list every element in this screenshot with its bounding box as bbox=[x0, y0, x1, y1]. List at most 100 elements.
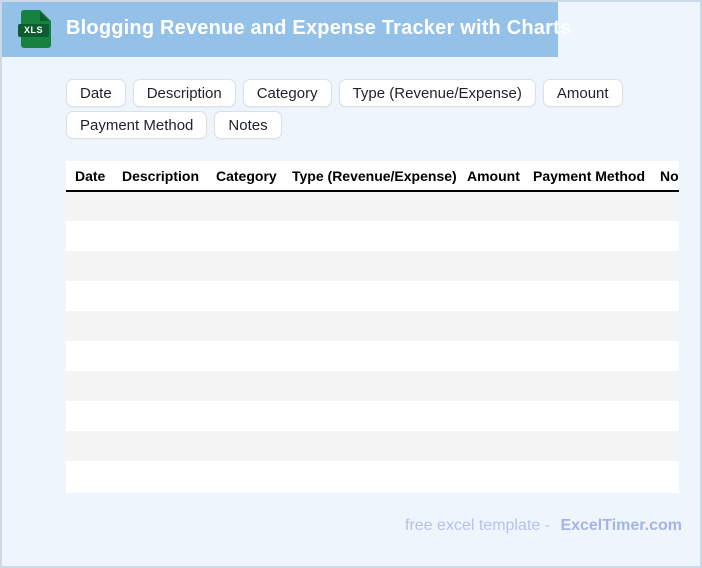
table-cell bbox=[283, 221, 458, 251]
table-cell bbox=[458, 191, 524, 221]
table-cell bbox=[651, 371, 679, 401]
table-cell bbox=[113, 401, 207, 431]
chip-category[interactable]: Category bbox=[242, 79, 332, 107]
table-row bbox=[66, 431, 679, 461]
table-cell bbox=[283, 281, 458, 311]
table-cell bbox=[524, 431, 651, 461]
field-chip-group: Date Description Category Type (Revenue/… bbox=[66, 79, 680, 139]
table-cell bbox=[458, 251, 524, 281]
table-cell bbox=[207, 221, 283, 251]
column-header-amount: Amount bbox=[458, 161, 524, 192]
table-row bbox=[66, 251, 679, 281]
column-header-category: Category bbox=[207, 161, 283, 192]
table-cell bbox=[66, 311, 113, 341]
table-cell bbox=[458, 281, 524, 311]
table-cell bbox=[207, 281, 283, 311]
table-cell bbox=[113, 221, 207, 251]
app-header: XLS Blogging Revenue and Expense Tracker… bbox=[0, 0, 571, 57]
xls-file-icon-label: XLS bbox=[18, 23, 49, 37]
table-cell bbox=[283, 461, 458, 491]
table-cell bbox=[524, 311, 651, 341]
table-body bbox=[66, 191, 679, 491]
table-row bbox=[66, 311, 679, 341]
chip-description[interactable]: Description bbox=[132, 79, 236, 107]
chip-date[interactable]: Date bbox=[66, 79, 126, 107]
table-row bbox=[66, 221, 679, 251]
xls-file-icon: XLS bbox=[18, 9, 51, 48]
table-cell bbox=[66, 431, 113, 461]
table-cell bbox=[66, 281, 113, 311]
table-cell bbox=[113, 371, 207, 401]
table-cell bbox=[458, 461, 524, 491]
footer-brand-link[interactable]: ExcelTimer.com bbox=[560, 517, 682, 534]
table-cell bbox=[66, 221, 113, 251]
page-title: Blogging Revenue and Expense Tracker wit… bbox=[66, 17, 572, 39]
table-row bbox=[66, 281, 679, 311]
column-header-payment-method: Payment Method bbox=[524, 161, 651, 192]
table-cell bbox=[458, 401, 524, 431]
table-cell bbox=[283, 191, 458, 221]
table-row bbox=[66, 461, 679, 491]
tracker-table: Date Description Category Type (Revenue/… bbox=[66, 161, 679, 491]
table-cell bbox=[207, 401, 283, 431]
table-cell bbox=[524, 401, 651, 431]
table-cell bbox=[651, 281, 679, 311]
table-row bbox=[66, 371, 679, 401]
table-cell bbox=[283, 311, 458, 341]
table-cell bbox=[651, 461, 679, 491]
table-cell bbox=[283, 401, 458, 431]
table-cell bbox=[651, 341, 679, 371]
tracker-table-panel: Date Description Category Type (Revenue/… bbox=[66, 161, 679, 493]
table-cell bbox=[66, 341, 113, 371]
table-row bbox=[66, 401, 679, 431]
table-cell bbox=[524, 191, 651, 221]
table-row bbox=[66, 191, 679, 221]
table-cell bbox=[458, 371, 524, 401]
table-cell bbox=[524, 341, 651, 371]
table-cell bbox=[113, 341, 207, 371]
chip-type[interactable]: Type (Revenue/Expense) bbox=[338, 79, 536, 107]
column-header-type: Type (Revenue/Expense) bbox=[283, 161, 458, 192]
table-cell bbox=[458, 311, 524, 341]
table-cell bbox=[651, 311, 679, 341]
table-cell bbox=[207, 371, 283, 401]
table-cell bbox=[283, 371, 458, 401]
table-cell bbox=[524, 221, 651, 251]
table-cell bbox=[113, 251, 207, 281]
table-row bbox=[66, 341, 679, 371]
column-header-notes: Notes bbox=[651, 161, 679, 192]
table-cell bbox=[207, 251, 283, 281]
table-cell bbox=[283, 251, 458, 281]
table-cell bbox=[207, 311, 283, 341]
table-cell bbox=[651, 401, 679, 431]
table-cell bbox=[66, 371, 113, 401]
table-cell bbox=[113, 431, 207, 461]
xls-file-icon-corner-fold bbox=[40, 11, 49, 21]
column-header-date: Date bbox=[66, 161, 113, 192]
table-cell bbox=[524, 461, 651, 491]
table-cell bbox=[283, 341, 458, 371]
chip-payment-method[interactable]: Payment Method bbox=[66, 111, 208, 139]
table-cell bbox=[524, 371, 651, 401]
table-cell bbox=[66, 401, 113, 431]
footer-tagline: free excel template - bbox=[405, 517, 550, 534]
table-cell bbox=[207, 461, 283, 491]
table-cell bbox=[458, 341, 524, 371]
chip-amount[interactable]: Amount bbox=[542, 79, 623, 107]
table-cell bbox=[113, 281, 207, 311]
table-cell bbox=[66, 251, 113, 281]
table-cell bbox=[207, 341, 283, 371]
chip-notes[interactable]: Notes bbox=[214, 111, 282, 139]
table-cell bbox=[651, 221, 679, 251]
column-header-description: Description bbox=[113, 161, 207, 192]
table-cell bbox=[458, 431, 524, 461]
table-cell bbox=[113, 191, 207, 221]
footer: free excel template - ExcelTimer.com bbox=[69, 517, 682, 535]
table-cell bbox=[524, 251, 651, 281]
table-cell bbox=[283, 431, 458, 461]
table-cell bbox=[651, 191, 679, 221]
table-cell bbox=[651, 251, 679, 281]
table-header-row: Date Description Category Type (Revenue/… bbox=[66, 161, 679, 192]
table-cell bbox=[524, 281, 651, 311]
table-cell bbox=[113, 461, 207, 491]
